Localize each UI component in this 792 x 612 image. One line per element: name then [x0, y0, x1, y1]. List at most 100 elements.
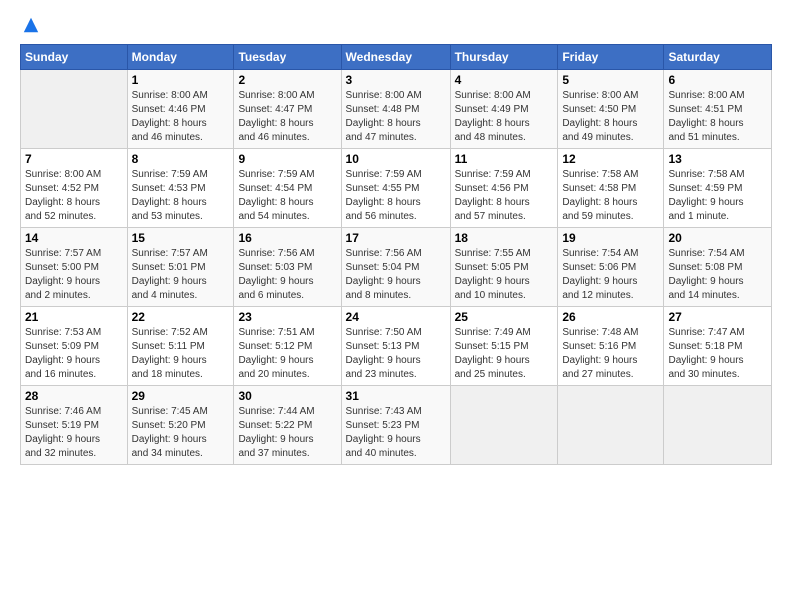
day-info: Sunrise: 7:48 AMSunset: 5:16 PMDaylight:…: [562, 326, 659, 382]
day-info: Sunrise: 7:59 AMSunset: 4:56 PMDaylight:…: [455, 168, 554, 224]
header-row: SundayMondayTuesdayWednesdayThursdayFrid…: [21, 45, 772, 70]
column-header-sunday: Sunday: [21, 45, 128, 70]
calendar-cell: 24 Sunrise: 7:50 AMSunset: 5:13 PMDayligh…: [341, 307, 450, 386]
page: SundayMondayTuesdayWednesdayThursdayFrid…: [0, 0, 792, 612]
column-header-saturday: Saturday: [664, 45, 772, 70]
day-number: 21: [25, 310, 123, 324]
day-info: Sunrise: 7:47 AMSunset: 5:18 PMDaylight:…: [668, 326, 767, 382]
calendar-cell: 20 Sunrise: 7:54 AMSunset: 5:08 PMDayligh…: [664, 228, 772, 307]
day-info: Sunrise: 7:59 AMSunset: 4:53 PMDaylight:…: [132, 168, 230, 224]
calendar-cell: [450, 386, 558, 465]
column-header-monday: Monday: [127, 45, 234, 70]
calendar-cell: 18 Sunrise: 7:55 AMSunset: 5:05 PMDayligh…: [450, 228, 558, 307]
day-number: 24: [346, 310, 446, 324]
day-info: Sunrise: 7:51 AMSunset: 5:12 PMDaylight:…: [238, 326, 336, 382]
week-row-4: 21 Sunrise: 7:53 AMSunset: 5:09 PMDayligh…: [21, 307, 772, 386]
day-number: 18: [455, 231, 554, 245]
day-number: 16: [238, 231, 336, 245]
calendar-body: 1Sunrise: 8:00 AMSunset: 4:46 PMDaylight…: [21, 70, 772, 465]
calendar-table: SundayMondayTuesdayWednesdayThursdayFrid…: [20, 44, 772, 465]
day-info: Sunrise: 8:00 AMSunset: 4:48 PMDaylight:…: [346, 89, 446, 145]
header: [20, 16, 772, 34]
calendar-cell: 31Sunrise: 7:43 AMSunset: 5:23 PMDayligh…: [341, 386, 450, 465]
calendar-cell: 10Sunrise: 7:59 AMSunset: 4:55 PMDayligh…: [341, 149, 450, 228]
day-info: Sunrise: 7:56 AMSunset: 5:04 PMDaylight:…: [346, 247, 446, 303]
day-info: Sunrise: 8:00 AMSunset: 4:49 PMDaylight:…: [455, 89, 554, 145]
day-info: Sunrise: 7:55 AMSunset: 5:05 PMDaylight:…: [455, 247, 554, 303]
day-number: 22: [132, 310, 230, 324]
day-info: Sunrise: 7:59 AMSunset: 4:54 PMDaylight:…: [238, 168, 336, 224]
day-number: 14: [25, 231, 123, 245]
day-info: Sunrise: 7:44 AMSunset: 5:22 PMDaylight:…: [238, 405, 336, 461]
day-info: Sunrise: 7:58 AMSunset: 4:59 PMDaylight:…: [668, 168, 767, 224]
calendar-cell: 28Sunrise: 7:46 AMSunset: 5:19 PMDayligh…: [21, 386, 128, 465]
calendar-cell: 21 Sunrise: 7:53 AMSunset: 5:09 PMDayligh…: [21, 307, 128, 386]
day-info: Sunrise: 7:46 AMSunset: 5:19 PMDaylight:…: [25, 405, 123, 461]
calendar-cell: 22 Sunrise: 7:52 AMSunset: 5:11 PMDayligh…: [127, 307, 234, 386]
calendar-cell: 29Sunrise: 7:45 AMSunset: 5:20 PMDayligh…: [127, 386, 234, 465]
day-number: 15: [132, 231, 230, 245]
calendar-cell: 7Sunrise: 8:00 AMSunset: 4:52 PMDaylight…: [21, 149, 128, 228]
day-number: 5: [562, 73, 659, 87]
day-info: Sunrise: 8:00 AMSunset: 4:46 PMDaylight:…: [132, 89, 230, 145]
day-number: 12: [562, 152, 659, 166]
day-info: Sunrise: 7:54 AMSunset: 5:06 PMDaylight:…: [562, 247, 659, 303]
calendar-cell: 12 Sunrise: 7:58 AMSunset: 4:58 PMDayligh…: [558, 149, 664, 228]
day-info: Sunrise: 8:00 AMSunset: 4:47 PMDaylight:…: [238, 89, 336, 145]
week-row-3: 14Sunrise: 7:57 AMSunset: 5:00 PMDayligh…: [21, 228, 772, 307]
day-number: 26: [562, 310, 659, 324]
column-header-thursday: Thursday: [450, 45, 558, 70]
column-header-wednesday: Wednesday: [341, 45, 450, 70]
day-info: Sunrise: 7:58 AMSunset: 4:58 PMDaylight:…: [562, 168, 659, 224]
calendar-cell: 6 Sunrise: 8:00 AMSunset: 4:51 PMDaylight…: [664, 70, 772, 149]
calendar-cell: 17 Sunrise: 7:56 AMSunset: 5:04 PMDayligh…: [341, 228, 450, 307]
calendar-cell: 2 Sunrise: 8:00 AMSunset: 4:47 PMDaylight…: [234, 70, 341, 149]
day-number: 4: [455, 73, 554, 87]
calendar-cell: [664, 386, 772, 465]
calendar-cell: [558, 386, 664, 465]
day-number: 30: [238, 389, 336, 403]
calendar-cell: 19 Sunrise: 7:54 AMSunset: 5:06 PMDayligh…: [558, 228, 664, 307]
day-number: 27: [668, 310, 767, 324]
calendar-cell: 8 Sunrise: 7:59 AMSunset: 4:53 PMDaylight…: [127, 149, 234, 228]
column-header-friday: Friday: [558, 45, 664, 70]
day-info: Sunrise: 7:59 AMSunset: 4:55 PMDaylight:…: [346, 168, 446, 224]
day-number: 6: [668, 73, 767, 87]
day-number: 13: [668, 152, 767, 166]
calendar-cell: 5 Sunrise: 8:00 AMSunset: 4:50 PMDaylight…: [558, 70, 664, 149]
day-info: Sunrise: 7:53 AMSunset: 5:09 PMDaylight:…: [25, 326, 123, 382]
calendar-cell: 16 Sunrise: 7:56 AMSunset: 5:03 PMDayligh…: [234, 228, 341, 307]
calendar-cell: 14Sunrise: 7:57 AMSunset: 5:00 PMDayligh…: [21, 228, 128, 307]
day-info: Sunrise: 7:54 AMSunset: 5:08 PMDaylight:…: [668, 247, 767, 303]
day-info: Sunrise: 7:52 AMSunset: 5:11 PMDaylight:…: [132, 326, 230, 382]
day-number: 20: [668, 231, 767, 245]
day-info: Sunrise: 7:56 AMSunset: 5:03 PMDaylight:…: [238, 247, 336, 303]
calendar-cell: 15Sunrise: 7:57 AMSunset: 5:01 PMDayligh…: [127, 228, 234, 307]
day-number: 29: [132, 389, 230, 403]
calendar-cell: 27 Sunrise: 7:47 AMSunset: 5:18 PMDayligh…: [664, 307, 772, 386]
day-number: 7: [25, 152, 123, 166]
day-number: 2: [238, 73, 336, 87]
day-number: 19: [562, 231, 659, 245]
day-info: Sunrise: 8:00 AMSunset: 4:51 PMDaylight:…: [668, 89, 767, 145]
day-number: 25: [455, 310, 554, 324]
day-number: 3: [346, 73, 446, 87]
calendar-cell: 30 Sunrise: 7:44 AMSunset: 5:22 PMDayligh…: [234, 386, 341, 465]
day-info: Sunrise: 8:00 AMSunset: 4:50 PMDaylight:…: [562, 89, 659, 145]
calendar-cell: 26 Sunrise: 7:48 AMSunset: 5:16 PMDayligh…: [558, 307, 664, 386]
calendar-header: SundayMondayTuesdayWednesdayThursdayFrid…: [21, 45, 772, 70]
day-number: 9: [238, 152, 336, 166]
day-number: 17: [346, 231, 446, 245]
day-info: Sunrise: 7:43 AMSunset: 5:23 PMDaylight:…: [346, 405, 446, 461]
day-number: 8: [132, 152, 230, 166]
day-info: Sunrise: 7:49 AMSunset: 5:15 PMDaylight:…: [455, 326, 554, 382]
calendar-cell: 13 Sunrise: 7:58 AMSunset: 4:59 PMDayligh…: [664, 149, 772, 228]
day-number: 11: [455, 152, 554, 166]
calendar-cell: 9 Sunrise: 7:59 AMSunset: 4:54 PMDaylight…: [234, 149, 341, 228]
day-number: 23: [238, 310, 336, 324]
calendar-cell: 25 Sunrise: 7:49 AMSunset: 5:15 PMDayligh…: [450, 307, 558, 386]
calendar-cell: [21, 70, 128, 149]
day-info: Sunrise: 7:50 AMSunset: 5:13 PMDaylight:…: [346, 326, 446, 382]
calendar-cell: 4 Sunrise: 8:00 AMSunset: 4:49 PMDaylight…: [450, 70, 558, 149]
logo: [20, 16, 40, 34]
